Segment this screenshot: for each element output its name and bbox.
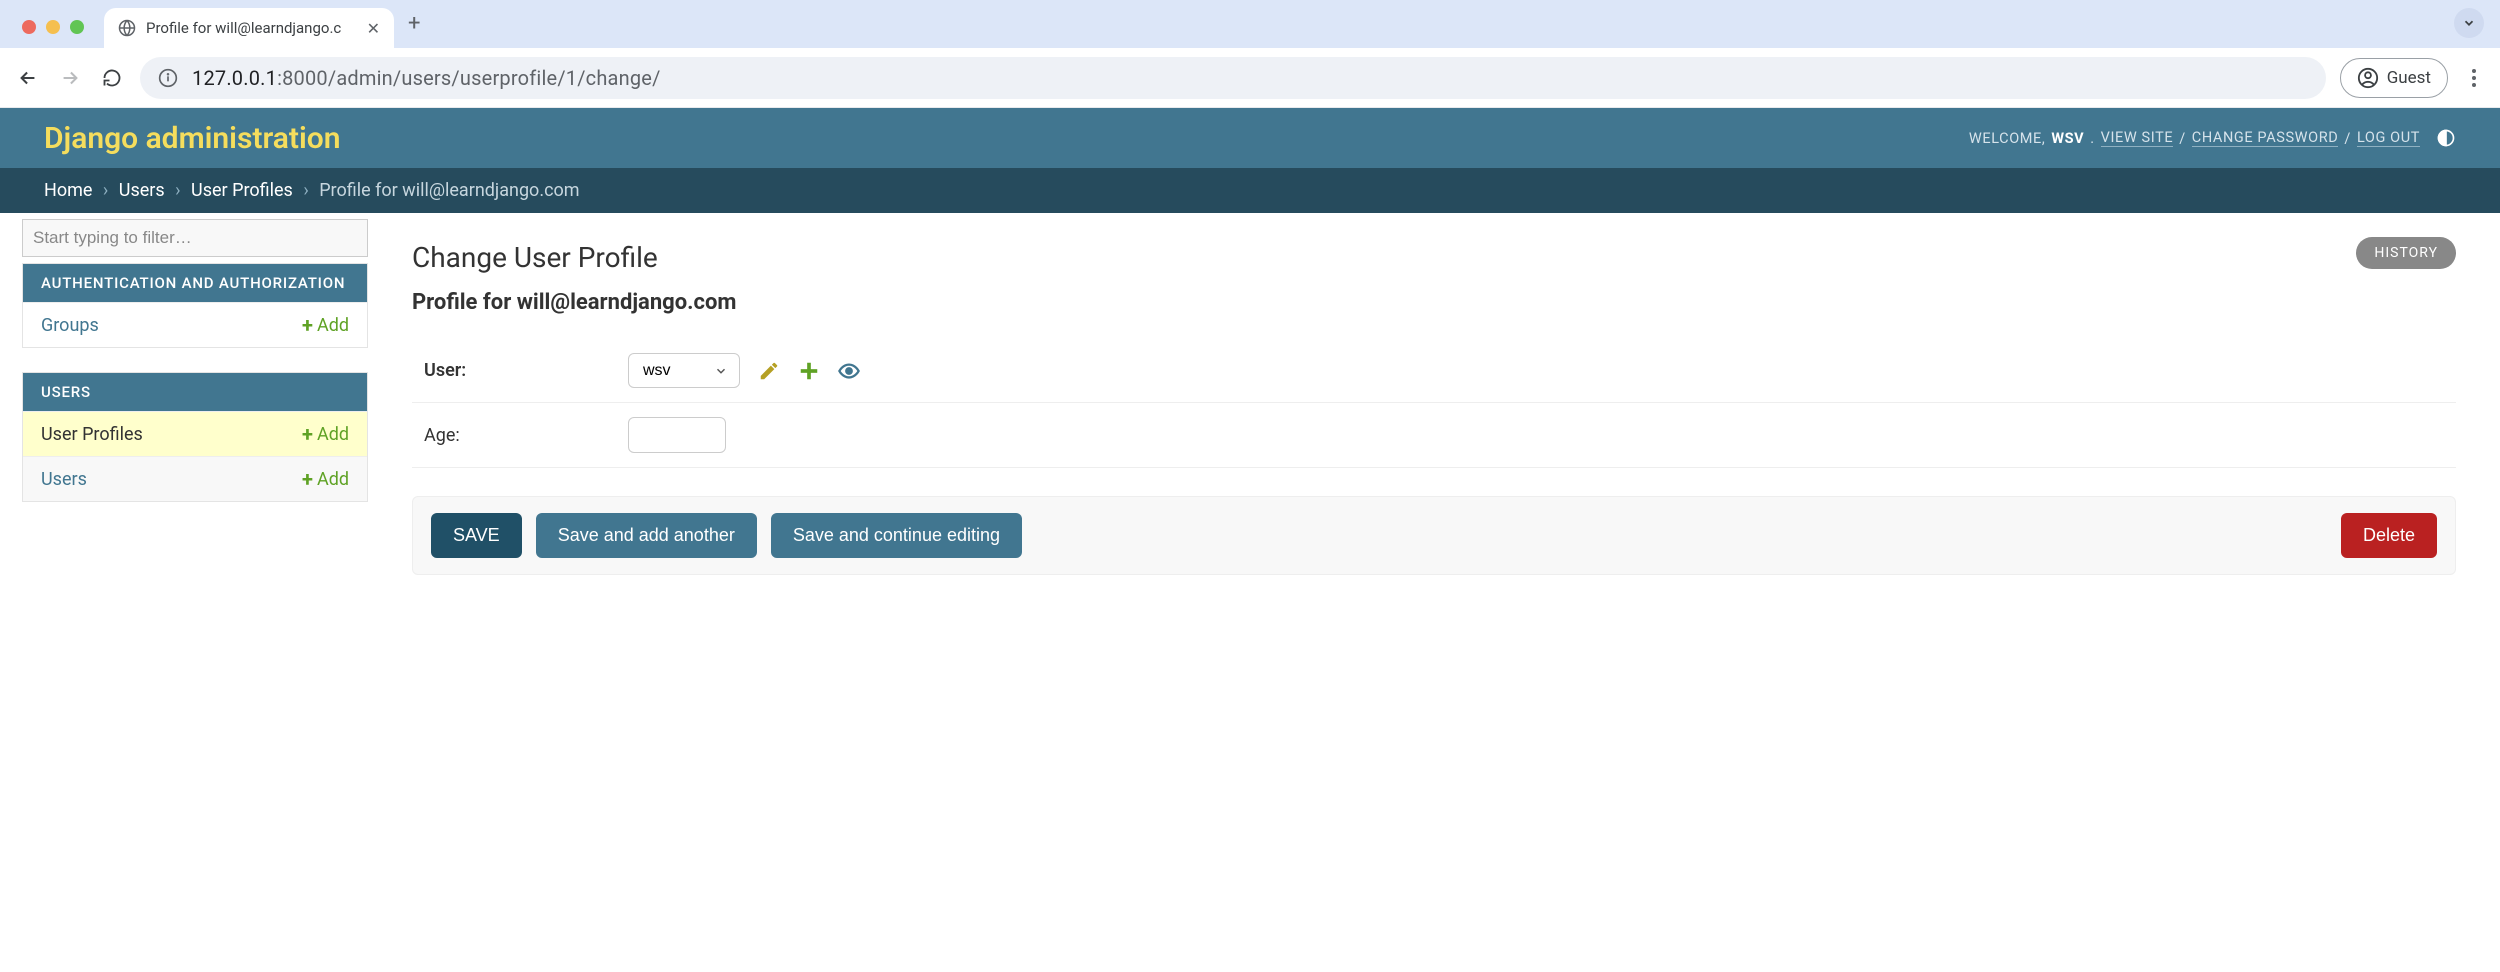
add-userprofiles-link[interactable]: +Add [302,422,349,446]
module-caption-auth[interactable]: AUTHENTICATION AND AUTHORIZATION [23,264,367,302]
page-title: Change User Profile [412,241,2456,274]
module-users: USERS User Profiles +Add Users +Add [22,372,368,502]
address-bar[interactable]: 127.0.0.1:8000/admin/users/userprofile/1… [140,57,2326,99]
form-row-age: Age: [412,403,2456,468]
plus-icon: + [302,422,313,446]
nav-filter-input[interactable] [22,219,368,257]
back-button[interactable] [14,64,42,92]
object-repr: Profile for will@learndjango.com [412,290,2456,315]
related-widget-tools [758,360,860,382]
profile-button[interactable]: Guest [2340,58,2448,98]
site-info-icon[interactable] [158,68,178,88]
user-circle-icon [2357,67,2379,89]
module-auth: AUTHENTICATION AND AUTHORIZATION Groups … [22,263,368,348]
branding[interactable]: Django administration [44,121,341,156]
plus-icon: + [302,313,313,337]
module-caption-users[interactable]: USERS [23,373,367,411]
profile-label: Guest [2387,68,2431,88]
change-password-link[interactable]: CHANGE PASSWORD [2192,129,2339,147]
user-tools: WELCOME, WSV. VIEW SITE / CHANGE PASSWOR… [1969,128,2456,148]
save-continue-button[interactable]: Save and continue editing [771,513,1022,558]
forward-button[interactable] [56,64,84,92]
reload-icon [102,68,122,88]
sidebar-link-userprofiles[interactable]: User Profiles [41,424,143,445]
add-groups-link[interactable]: +Add [302,313,349,337]
user-label: User: [412,360,628,381]
content-main: HISTORY Change User Profile Profile for … [368,213,2500,603]
sidebar-link-groups[interactable]: Groups [41,315,99,336]
breadcrumbs: Home › Users › User Profiles › Profile f… [0,168,2500,213]
nav-sidebar: AUTHENTICATION AND AUTHORIZATION Groups … [0,213,368,502]
save-add-another-button[interactable]: Save and add another [536,513,757,558]
arrow-right-icon [59,67,81,89]
welcome-text: WELCOME, [1969,130,2045,147]
tab-title: Profile for will@learndjango.c [146,19,357,37]
user-select[interactable]: wsv [628,353,740,388]
sidebar-row-userprofiles: User Profiles +Add [23,411,367,456]
sidebar-row-users: Users +Add [23,456,367,501]
add-users-link[interactable]: +Add [302,467,349,491]
age-input[interactable] [628,417,726,453]
breadcrumb-model[interactable]: User Profiles [191,180,293,201]
form-row-user: User: wsv [412,339,2456,403]
chevron-down-icon [2462,16,2476,30]
breadcrumb-object: Profile for will@learndjango.com [319,180,579,201]
browser-tab-strip: Profile for will@learndjango.c ✕ + [0,0,2500,48]
reload-button[interactable] [98,64,126,92]
theme-toggle-icon[interactable] [2436,128,2456,148]
eye-icon[interactable] [838,360,860,382]
view-site-link[interactable]: VIEW SITE [2101,129,2174,147]
submit-row: SAVE Save and add another Save and conti… [412,496,2456,575]
object-tools: HISTORY [2356,237,2456,269]
window-fullscreen-icon[interactable] [70,20,84,34]
url-text: 127.0.0.1:8000/admin/users/userprofile/1… [192,66,661,90]
username: WSV [2051,130,2084,147]
browser-menu-button[interactable] [2462,69,2486,87]
sidebar-link-users[interactable]: Users [41,469,87,490]
history-button[interactable]: HISTORY [2356,237,2456,269]
tab-close-icon[interactable]: ✕ [367,19,380,38]
age-label: Age: [412,425,628,446]
plus-icon[interactable] [798,360,820,382]
sidebar-row-groups: Groups +Add [23,302,367,347]
pencil-icon[interactable] [758,360,780,382]
admin-header: Django administration WELCOME, WSV. VIEW… [0,108,2500,168]
logout-link[interactable]: LOG OUT [2357,129,2420,147]
window-controls [10,20,96,48]
arrow-left-icon [17,67,39,89]
browser-toolbar: 127.0.0.1:8000/admin/users/userprofile/1… [0,48,2500,108]
delete-button[interactable]: Delete [2341,513,2437,558]
breadcrumb-home[interactable]: Home [44,180,92,201]
globe-icon [118,19,136,37]
save-button[interactable]: SAVE [431,513,522,558]
new-tab-button[interactable]: + [408,11,420,36]
window-minimize-icon[interactable] [46,20,60,34]
tabs-dropdown-button[interactable] [2454,8,2484,38]
plus-icon: + [302,467,313,491]
browser-tab[interactable]: Profile for will@learndjango.c ✕ [104,8,394,48]
breadcrumb-app[interactable]: Users [119,180,165,201]
window-close-icon[interactable] [22,20,36,34]
